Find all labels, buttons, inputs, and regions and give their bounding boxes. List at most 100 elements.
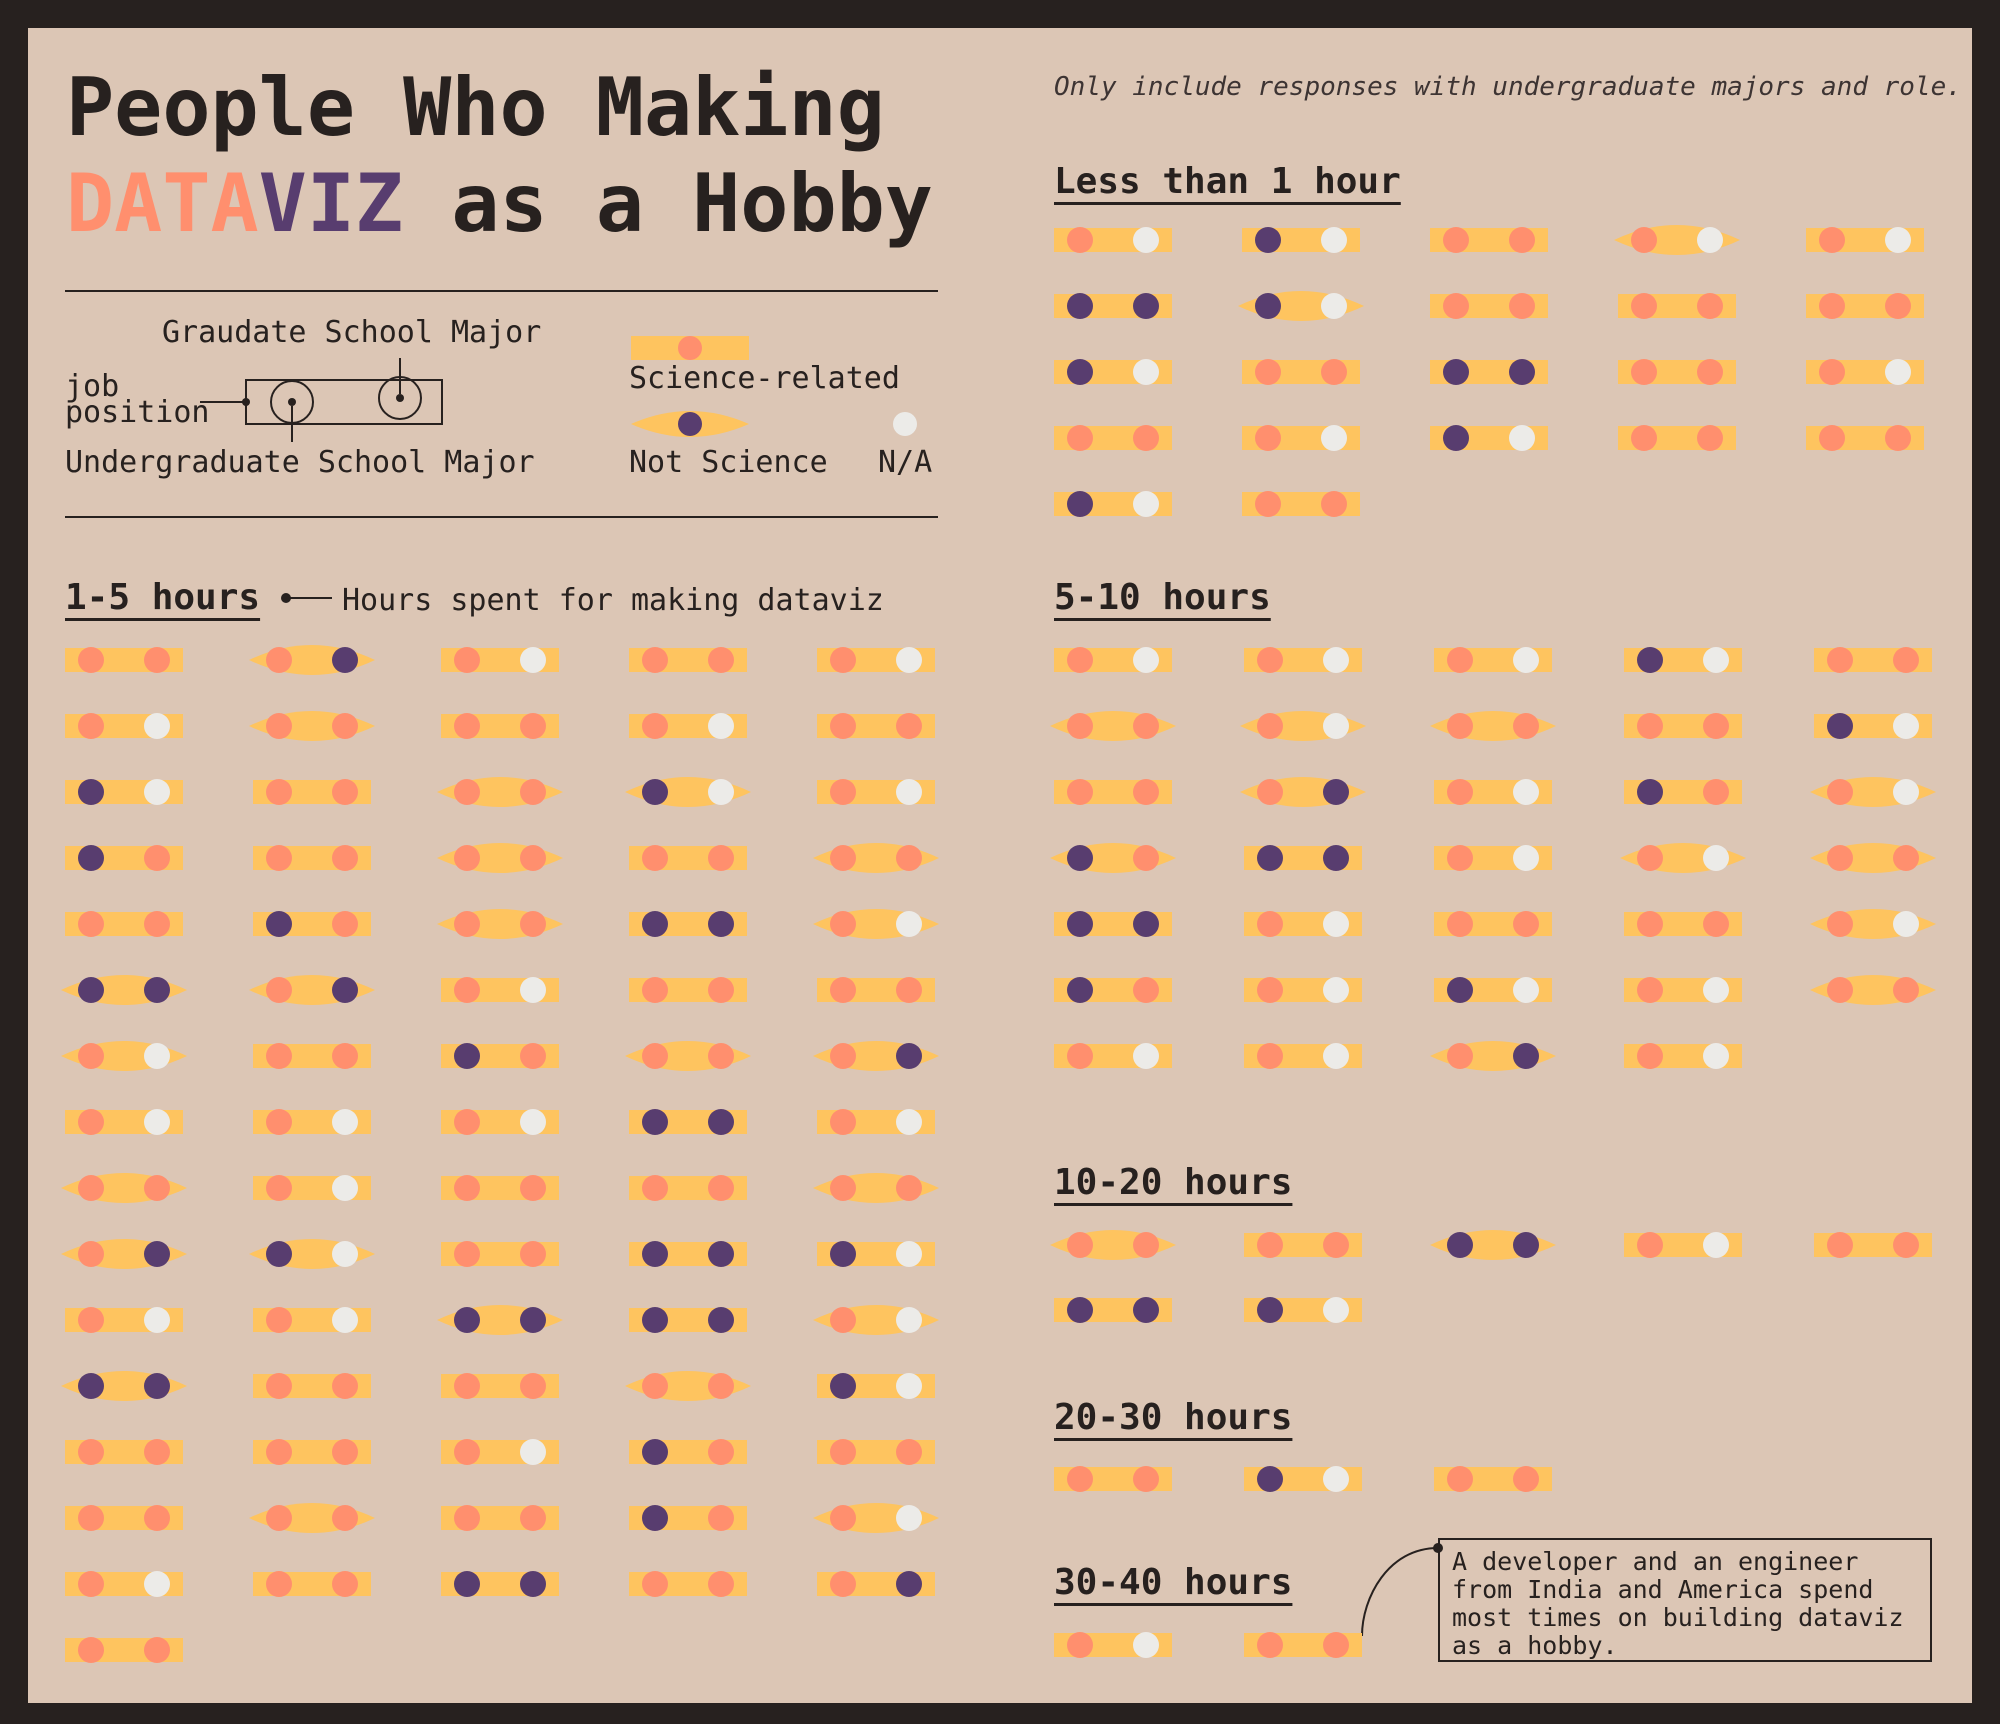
undergrad-major-dot xyxy=(266,977,292,1003)
graduate-major-dot xyxy=(1513,1043,1539,1069)
graduate-major-dot xyxy=(708,1241,734,1267)
graduate-major-dot xyxy=(896,647,922,673)
graduate-major-dot xyxy=(1509,359,1535,385)
undergrad-major-dot xyxy=(642,1109,668,1135)
graduate-major-dot xyxy=(1697,425,1723,451)
graduate-major-dot xyxy=(896,1571,922,1597)
undergrad-major-dot xyxy=(266,845,292,871)
undergrad-major-dot xyxy=(78,1175,104,1201)
undergrad-major-dot xyxy=(1067,713,1093,739)
undergrad-major-dot xyxy=(1067,845,1093,871)
graduate-major-dot xyxy=(144,1043,170,1069)
undergrad-major-dot xyxy=(266,1439,292,1465)
graduate-major-dot xyxy=(1885,359,1911,385)
legend-job-box xyxy=(245,379,443,425)
graduate-major-dot xyxy=(1893,911,1919,937)
undergrad-major-dot xyxy=(1447,1043,1473,1069)
graduate-major-dot xyxy=(144,1505,170,1531)
undergrad-major-dot xyxy=(266,1241,292,1267)
undergrad-major-dot xyxy=(78,779,104,805)
undergrad-major-dot xyxy=(1447,1466,1473,1492)
graduate-major-dot xyxy=(708,1439,734,1465)
chart-canvas: People Who Making DATAVIZ as a Hobby Only… xyxy=(28,28,1972,1703)
undergrad-major-dot xyxy=(454,1307,480,1333)
undergrad-major-dot xyxy=(454,1571,480,1597)
undergrad-major-dot xyxy=(78,1043,104,1069)
undergrad-major-dot xyxy=(78,1373,104,1399)
legend-job-dot xyxy=(242,398,250,406)
graduate-major-dot xyxy=(144,977,170,1003)
undergrad-major-dot xyxy=(1067,911,1093,937)
undergrad-major-dot xyxy=(642,779,668,805)
undergrad-major-dot xyxy=(454,1109,480,1135)
graduate-major-dot xyxy=(1513,845,1539,871)
graduate-major-dot xyxy=(144,1307,170,1333)
undergrad-major-dot xyxy=(266,779,292,805)
undergrad-major-dot xyxy=(830,845,856,871)
graduate-major-dot xyxy=(896,911,922,937)
graduate-major-dot xyxy=(1703,647,1729,673)
graduate-major-dot xyxy=(1703,977,1729,1003)
undergrad-major-dot xyxy=(1819,293,1845,319)
graduate-major-dot xyxy=(144,1373,170,1399)
graduate-major-dot xyxy=(708,1043,734,1069)
undergrad-major-dot xyxy=(1257,977,1283,1003)
graduate-major-dot xyxy=(708,1307,734,1333)
graduate-major-dot xyxy=(520,911,546,937)
graduate-major-dot xyxy=(520,1307,546,1333)
undergrad-major-dot xyxy=(1257,1043,1283,1069)
graduate-major-dot xyxy=(520,1175,546,1201)
undergrad-major-dot xyxy=(78,977,104,1003)
undergrad-major-dot xyxy=(1443,293,1469,319)
undergrad-major-dot xyxy=(1827,977,1853,1003)
undergrad-major-dot xyxy=(1443,359,1469,385)
undergrad-major-dot xyxy=(266,911,292,937)
undergrad-major-dot xyxy=(1257,1232,1283,1258)
graduate-major-dot xyxy=(520,1043,546,1069)
graduate-major-dot xyxy=(1323,1632,1349,1658)
undergrad-major-dot xyxy=(1827,647,1853,673)
undergrad-major-dot xyxy=(1631,293,1657,319)
undergrad-major-dot xyxy=(642,713,668,739)
graduate-major-dot xyxy=(1323,977,1349,1003)
graduate-major-dot xyxy=(708,713,734,739)
graduate-major-dot xyxy=(1893,1232,1919,1258)
legend-undergrad-dot xyxy=(288,398,296,406)
graduate-major-dot xyxy=(708,845,734,871)
undergrad-major-dot xyxy=(78,647,104,673)
graduate-major-dot xyxy=(1133,359,1159,385)
graduate-major-dot xyxy=(520,845,546,871)
graduate-major-dot xyxy=(144,1241,170,1267)
graduate-major-dot xyxy=(1133,977,1159,1003)
graduate-major-dot xyxy=(1321,491,1347,517)
graduate-major-dot xyxy=(708,1175,734,1201)
undergrad-major-dot xyxy=(266,1373,292,1399)
graduate-major-dot xyxy=(144,1637,170,1663)
graduate-major-dot xyxy=(332,845,358,871)
undergrad-major-dot xyxy=(1255,293,1281,319)
graduate-major-dot xyxy=(708,911,734,937)
graduate-major-dot xyxy=(520,977,546,1003)
graduate-major-dot xyxy=(520,1241,546,1267)
graduate-major-dot xyxy=(144,1571,170,1597)
undergrad-major-dot xyxy=(1067,359,1093,385)
graduate-major-dot xyxy=(520,713,546,739)
graduate-major-dot xyxy=(1323,1297,1349,1323)
undergrad-major-dot xyxy=(78,911,104,937)
undergrad-major-dot xyxy=(1819,227,1845,253)
undergrad-major-dot xyxy=(1067,1043,1093,1069)
undergrad-major-dot xyxy=(1827,713,1853,739)
undergrad-major-dot xyxy=(1067,1232,1093,1258)
undergrad-major-dot xyxy=(830,647,856,673)
undergrad-major-dot xyxy=(78,1241,104,1267)
undergrad-major-dot xyxy=(78,1505,104,1531)
undergrad-major-dot xyxy=(266,713,292,739)
graduate-major-dot xyxy=(1133,491,1159,517)
graduate-major-dot xyxy=(896,1109,922,1135)
graduate-major-dot xyxy=(332,713,358,739)
graduate-major-dot xyxy=(332,1505,358,1531)
undergrad-major-dot xyxy=(1067,227,1093,253)
undergrad-major-dot xyxy=(1827,779,1853,805)
undergrad-major-dot xyxy=(642,1307,668,1333)
graduate-major-dot xyxy=(1703,845,1729,871)
